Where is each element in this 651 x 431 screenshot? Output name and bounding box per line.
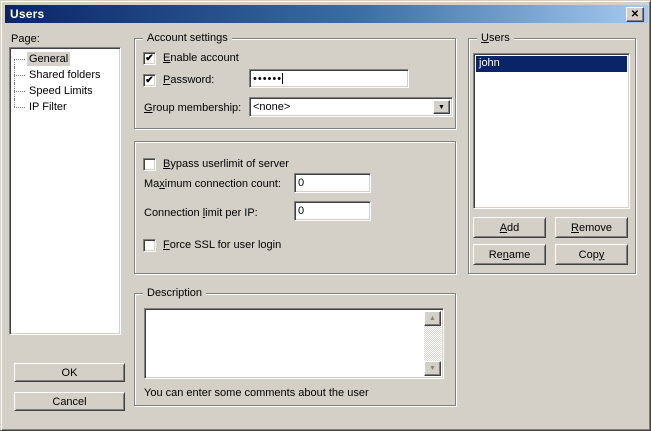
connection-limit-per-ip-label: Connection limit per IP: xyxy=(144,207,258,220)
scroll-up-icon[interactable]: ▲ xyxy=(424,311,441,326)
checkmark-icon: ✔ xyxy=(145,54,153,64)
password-value: •••••• xyxy=(253,73,282,85)
tree-connector xyxy=(14,75,25,76)
copy-button-label: Copy xyxy=(579,249,605,261)
description-hint: You can enter some comments about the us… xyxy=(144,387,369,400)
list-item-john[interactable]: john xyxy=(476,56,627,72)
max-connection-count-input[interactable]: 0 xyxy=(294,173,371,193)
cancel-button[interactable]: Cancel xyxy=(14,392,125,411)
group-membership-label: Group membership: xyxy=(144,102,241,115)
enable-account-label: Enable account xyxy=(163,52,239,65)
tree-connector xyxy=(14,59,25,60)
tree-item-label: IP Filter xyxy=(27,100,69,114)
group-membership-value: <none> xyxy=(253,100,290,114)
add-button-label: Add xyxy=(500,222,520,234)
enable-account-checkbox[interactable]: ✔ xyxy=(143,52,156,65)
account-settings-caption: Account settings xyxy=(143,32,232,45)
rename-button-label: Rename xyxy=(489,249,531,261)
connection-limit-per-ip-value: 0 xyxy=(298,205,304,217)
titlebar[interactable]: Users xyxy=(5,5,648,23)
group-membership-select[interactable]: <none> ▼ xyxy=(249,97,453,117)
tree-item-shared-folders[interactable]: Shared folders xyxy=(10,67,120,83)
connection-limit-per-ip-input[interactable]: 0 xyxy=(294,201,371,221)
users-list[interactable]: john xyxy=(473,53,630,209)
password-checkbox[interactable]: ✔ xyxy=(143,74,156,87)
tree-connector xyxy=(14,91,25,92)
description-textarea[interactable]: ▲ ▼ xyxy=(144,308,444,379)
tree-item-ip-filter[interactable]: IP Filter xyxy=(10,99,120,115)
close-icon: ✕ xyxy=(631,10,639,20)
tree-item-general[interactable]: General xyxy=(10,51,120,67)
bypass-userlimit-checkbox[interactable] xyxy=(143,158,156,171)
password-label: Password: xyxy=(163,74,214,87)
rename-user-button[interactable]: Rename xyxy=(473,244,546,265)
scroll-down-icon[interactable]: ▼ xyxy=(424,361,441,376)
max-connection-count-label: Maximum connection count: xyxy=(144,178,281,191)
page-label: Page: xyxy=(11,33,40,46)
tree-connector xyxy=(14,99,15,107)
force-ssl-label: Force SSL for user login xyxy=(163,239,281,252)
cancel-button-label: Cancel xyxy=(52,396,86,408)
text-caret xyxy=(282,73,283,84)
description-caption: Description xyxy=(143,287,206,300)
add-user-button[interactable]: Add xyxy=(473,217,546,238)
max-connection-count-value: 0 xyxy=(298,177,304,189)
tree-item-speed-limits[interactable]: Speed Limits xyxy=(10,83,120,99)
ok-button[interactable]: OK xyxy=(14,363,125,382)
window-title: Users xyxy=(10,7,44,21)
chevron-down-icon[interactable]: ▼ xyxy=(433,100,450,114)
users-caption: Users xyxy=(477,32,514,45)
list-item-label: john xyxy=(479,57,500,69)
remove-user-button[interactable]: Remove xyxy=(555,217,628,238)
bypass-userlimit-label: Bypass userlimit of server xyxy=(163,158,289,171)
tree-item-label: Speed Limits xyxy=(27,84,95,98)
tree-item-label: Shared folders xyxy=(27,68,103,82)
checkmark-icon: ✔ xyxy=(145,76,153,86)
tree-connector xyxy=(14,59,15,67)
description-scrollbar[interactable]: ▲ ▼ xyxy=(424,311,441,376)
users-dialog: Users ✕ Page: General Shared folders Spe… xyxy=(0,0,651,431)
ok-button-label: OK xyxy=(62,367,78,379)
tree-item-label: General xyxy=(27,52,70,66)
close-button[interactable]: ✕ xyxy=(626,7,644,22)
force-ssl-checkbox[interactable] xyxy=(143,239,156,252)
copy-user-button[interactable]: Copy xyxy=(555,244,628,265)
tree-connector xyxy=(14,107,25,108)
page-tree[interactable]: General Shared folders Speed Limits IP F… xyxy=(9,47,121,335)
password-input[interactable]: •••••• xyxy=(249,69,409,88)
remove-button-label: Remove xyxy=(571,222,612,234)
